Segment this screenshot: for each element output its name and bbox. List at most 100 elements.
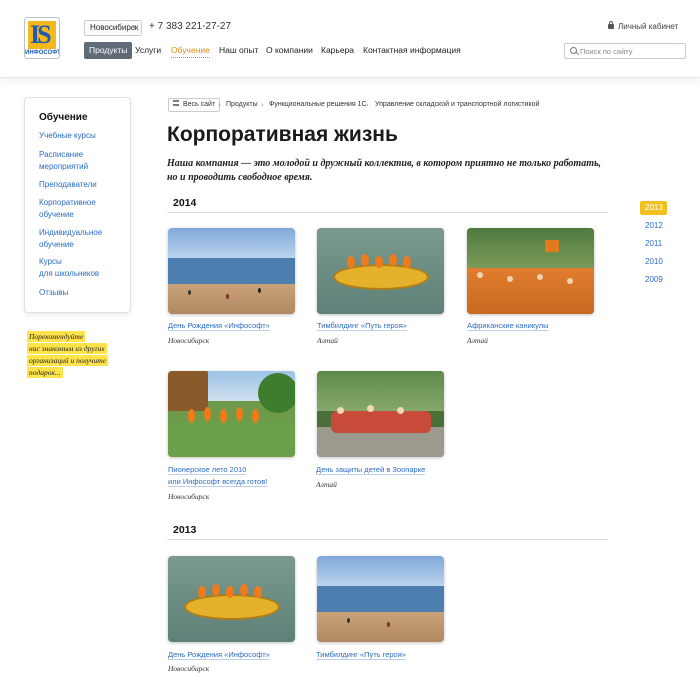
sidebar-title: Обучение <box>39 112 88 123</box>
nav-item-contacts[interactable]: Контактная информация <box>363 42 461 59</box>
event-photo[interactable] <box>317 371 444 457</box>
breadcrumb-item[interactable]: Продукты <box>226 101 258 108</box>
photo-figure <box>361 254 369 266</box>
photo-figure <box>204 407 211 421</box>
site-search <box>564 43 686 59</box>
photo-figure <box>212 584 220 596</box>
photo-figure <box>507 276 513 282</box>
photo-water <box>317 586 444 612</box>
all-site-button[interactable]: Весь сайт <box>168 98 221 112</box>
nav-item-products[interactable]: Продукты <box>84 42 133 59</box>
event-photo[interactable] <box>317 228 444 314</box>
personal-cabinet-link[interactable]: Личный кабинет <box>608 21 679 31</box>
page-intro: Наша компания — это молодой и дружный ко… <box>167 157 607 185</box>
search-input[interactable] <box>580 45 680 57</box>
event-title-link[interactable]: День защиты детей в Зоопарке <box>316 464 426 476</box>
event-title: Тимбилдинг «Путь героя» <box>317 321 407 331</box>
year-filter-2010[interactable]: 2010 <box>640 255 667 269</box>
event-title-link[interactable]: Пионерское лето 2010 или Инфософт всегда … <box>168 464 268 488</box>
photo-figure <box>397 407 404 414</box>
sidebar-item-label-line2: мероприятий <box>39 162 89 171</box>
event-title-link[interactable]: Тимбилдинг «Путь героя» <box>316 649 406 661</box>
year-heading: 2013 <box>167 524 608 540</box>
year-filter-2013[interactable]: 2013 <box>640 201 667 215</box>
referral-note[interactable]: Порекомендуйте нас знакомым из других ор… <box>27 331 131 379</box>
year-filter-2009[interactable]: 2009 <box>640 273 667 287</box>
nav-item-career[interactable]: Карьера <box>321 42 354 59</box>
event-place: Алтай <box>316 480 337 489</box>
company-logo[interactable]: IS ИНФОСОФТ <box>24 17 60 59</box>
photo-raft <box>333 264 429 290</box>
nav-item-services[interactable]: Услуги <box>135 42 161 59</box>
referral-note-line: нас знакомым из других <box>27 343 107 354</box>
event-title-link[interactable]: Тимбилдинг «Путь героя» <box>317 320 407 332</box>
event-place: Новосибирск <box>168 664 210 673</box>
sidebar-item-schedule[interactable]: Расписание мероприятий <box>39 149 129 173</box>
event-place: Алтай <box>467 336 488 345</box>
sidebar-item-label: Расписание <box>39 150 84 159</box>
photo-figure <box>389 254 397 266</box>
photo-figure <box>226 586 234 598</box>
nav-item-training[interactable]: Обучение <box>171 42 210 58</box>
photo-figure <box>254 586 262 598</box>
year-filter-2012[interactable]: 2012 <box>640 219 667 233</box>
photo-house <box>168 371 208 411</box>
event-title: День Рождения «Инфософт» <box>168 650 270 660</box>
event-title-link[interactable]: Африканские каникулы <box>467 320 549 332</box>
photo-figure <box>188 290 191 295</box>
nav-item-experience[interactable]: Наш опыт <box>219 42 258 59</box>
photo-figure <box>367 405 374 412</box>
section-sidebar: Обучение Учебные курсы Расписание меропр… <box>24 97 131 313</box>
phone-number: + 7 383 221-27-27 <box>149 21 232 32</box>
event-photo[interactable] <box>168 556 295 642</box>
year-filter-2011[interactable]: 2011 <box>640 237 667 251</box>
sidebar-item-school[interactable]: Курсы для школьников <box>39 256 129 280</box>
sidebar-item-label: Учебные курсы <box>39 131 96 140</box>
search-icon <box>570 47 577 54</box>
logo-caption: ИНФОСОФТ <box>25 50 60 56</box>
photo-figure <box>198 586 206 598</box>
photo-crowd <box>331 411 431 433</box>
event-place: Новосибирск <box>168 336 210 345</box>
photo-sky <box>317 556 444 586</box>
sidebar-item-teachers[interactable]: Преподаватели <box>39 179 129 191</box>
photo-figure <box>258 288 261 293</box>
event-title-link[interactable]: День Рождения «Инфософт» <box>168 320 270 332</box>
sidebar-item-label: Индивидуальное <box>39 228 103 237</box>
event-photo[interactable] <box>168 371 295 457</box>
event-title-link[interactable]: День Рождения «Инфософт» <box>168 649 270 661</box>
personal-cabinet-label: Личный кабинет <box>618 22 679 31</box>
photo-water <box>168 258 295 284</box>
photo-figure <box>226 294 229 299</box>
photo-sky <box>168 228 295 258</box>
event-place: Алтай <box>317 336 338 345</box>
photo-figure <box>236 407 243 421</box>
photo-sand <box>317 612 444 642</box>
photo-figure <box>337 407 344 414</box>
photo-raft <box>184 594 280 620</box>
sidebar-item-label-line2: обучение <box>39 240 74 249</box>
sidebar-item-reviews[interactable]: Отзывы <box>39 287 129 299</box>
photo-figure <box>403 256 411 268</box>
breadcrumb-item[interactable]: Управление складской и транспортной логи… <box>375 101 540 108</box>
sidebar-item-corporate[interactable]: Корпоративное обучение <box>39 197 129 221</box>
sidebar-item-label: Отзывы <box>39 288 69 297</box>
event-photo[interactable] <box>168 228 295 314</box>
event-photo[interactable] <box>467 228 594 314</box>
sidebar-item-label: Корпоративное <box>39 198 96 207</box>
photo-figure <box>375 256 383 268</box>
event-title: Пионерское лето 2010 <box>168 465 247 475</box>
nav-item-about[interactable]: О компании <box>266 42 313 59</box>
event-photo[interactable] <box>317 556 444 642</box>
sidebar-item-courses[interactable]: Учебные курсы <box>39 130 129 142</box>
referral-note-line: организаций и получите <box>27 355 108 366</box>
photo-figure <box>220 409 227 423</box>
sidebar-item-individual[interactable]: Индивидуальное обучение <box>39 227 129 251</box>
breadcrumb-item[interactable]: Функциональные решения 1С <box>269 101 367 108</box>
photo-figure <box>188 409 195 423</box>
event-place: Новосибирск <box>168 492 210 501</box>
all-site-label: Весь сайт <box>183 101 216 108</box>
photo-trees <box>317 371 444 411</box>
city-select[interactable]: Новосибирск ▼ <box>84 20 142 36</box>
photo-figure <box>537 274 543 280</box>
